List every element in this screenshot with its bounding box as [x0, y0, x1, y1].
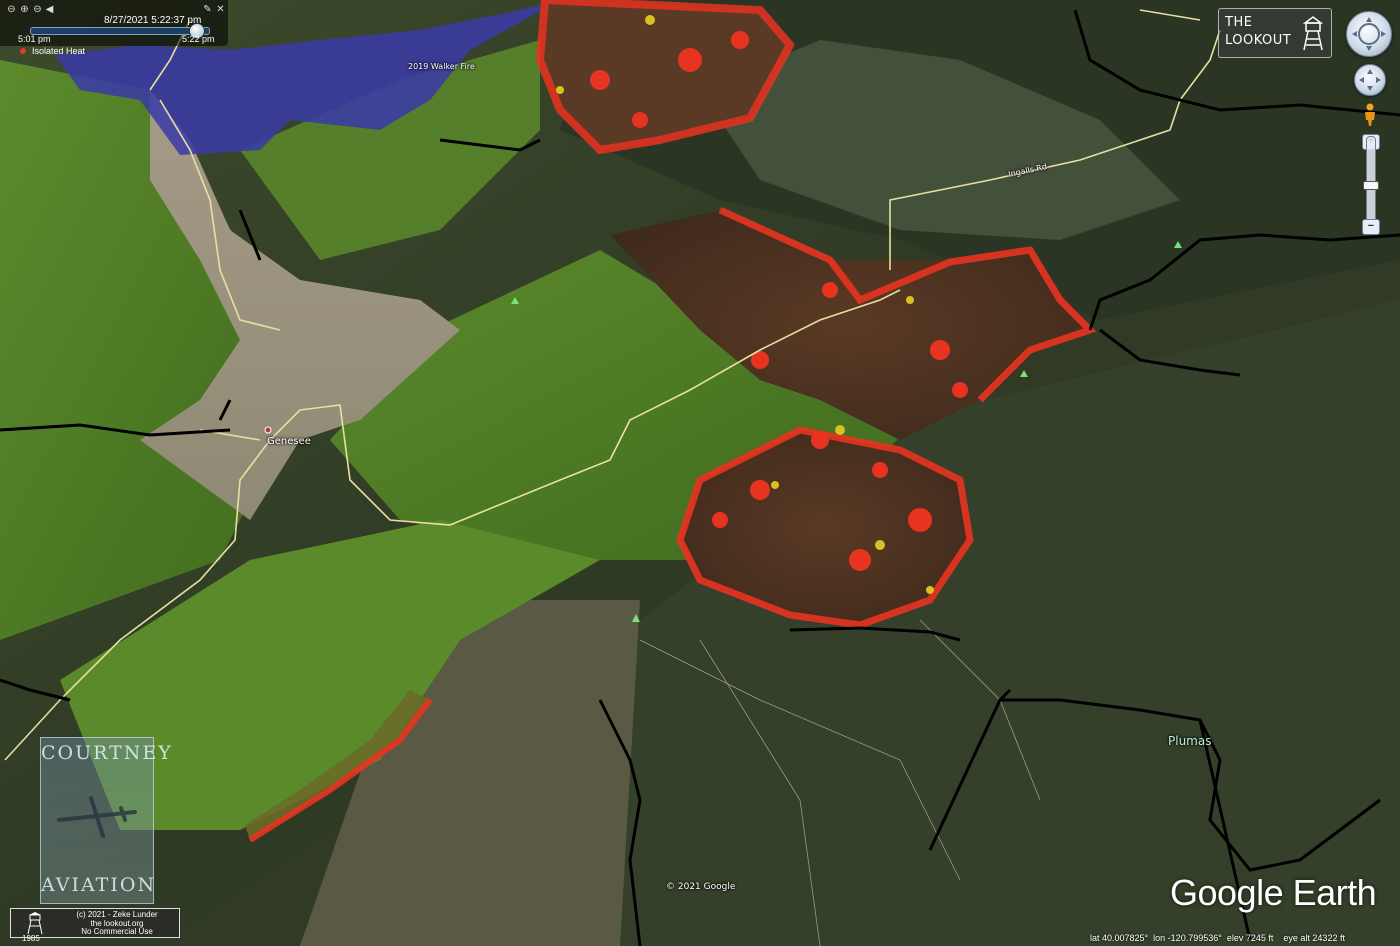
- lookout-logo-line1: THE: [1225, 15, 1253, 30]
- status-bar: lat 40.007825° lon -120.799536° elev 724…: [1090, 933, 1345, 943]
- legend-isolated-heat: Isolated Heat: [20, 46, 85, 56]
- time-settings-icon[interactable]: ⊖: [6, 4, 17, 15]
- courtney-aviation-badge: COURTNEY AVIATION: [40, 737, 173, 904]
- satellite-map-view[interactable]: [0, 0, 1400, 946]
- move-joystick[interactable]: [1354, 64, 1386, 96]
- genesee-marker: [264, 426, 272, 434]
- airplane-icon: [57, 796, 137, 838]
- legend-isolated-heat-label: Isolated Heat: [32, 46, 86, 56]
- copyright-line3: No Commercial Use: [81, 927, 153, 936]
- wrench-icon[interactable]: ✎: [202, 4, 213, 15]
- plumas-label: Plumas: [1168, 734, 1212, 748]
- status-lat: lat 40.007825°: [1090, 933, 1149, 943]
- status-eye-alt: eye alt 24322 ft: [1283, 933, 1345, 943]
- time-slider-date: 8/27/2021 5:22:37 pm: [104, 15, 202, 26]
- aviation-badge-top-word: COURTNEY: [41, 742, 173, 764]
- time-start-label: 5:01 pm: [18, 34, 51, 44]
- genesee-label: Genesee: [267, 436, 311, 447]
- move-arrows-icon: [1359, 69, 1381, 91]
- status-lon: lon -120.799536°: [1153, 933, 1222, 943]
- copyright-line1: (c) 2021 - Zeke Lunder: [76, 910, 158, 919]
- zoom-out-time-icon[interactable]: ⊖: [32, 4, 43, 15]
- google-copyright-label: © 2021 Google: [666, 882, 736, 892]
- look-joystick[interactable]: [1346, 11, 1392, 57]
- heat-dot-icon: [20, 48, 26, 54]
- look-arrows-icon: [1352, 17, 1386, 51]
- close-icon[interactable]: ✕: [215, 4, 226, 15]
- lookout-tower-icon: [1302, 16, 1324, 51]
- aviation-badge-bottom-word: AVIATION: [41, 874, 157, 896]
- street-view-pegman-icon[interactable]: [1363, 103, 1377, 127]
- time-end-label: 5:22 pm: [182, 34, 215, 44]
- lookout-logo-line2: LOOKOUT: [1225, 33, 1292, 48]
- imagery-year-label: 1985: [22, 934, 40, 943]
- zoom-slider-thumb[interactable]: [1363, 181, 1379, 190]
- google-earth-logo: Google Earth: [1170, 872, 1377, 913]
- zoom-out-button[interactable]: −: [1362, 219, 1380, 235]
- time-slider-panel: ⊖ ⊕ ⊖ ◀ ✎ ✕ 8/27/2021 5:22:37 pm 5:01 pm…: [0, 0, 228, 46]
- walker-fire-label: 2019 Walker Fire: [408, 62, 475, 71]
- lookout-logo: THE LOOKOUT: [1218, 8, 1332, 58]
- play-back-icon[interactable]: ◀: [44, 4, 55, 15]
- lookout-small-icon: [27, 912, 43, 935]
- zoom-in-time-icon[interactable]: ⊕: [19, 4, 30, 15]
- status-elev: elev 7245 ft: [1226, 933, 1274, 943]
